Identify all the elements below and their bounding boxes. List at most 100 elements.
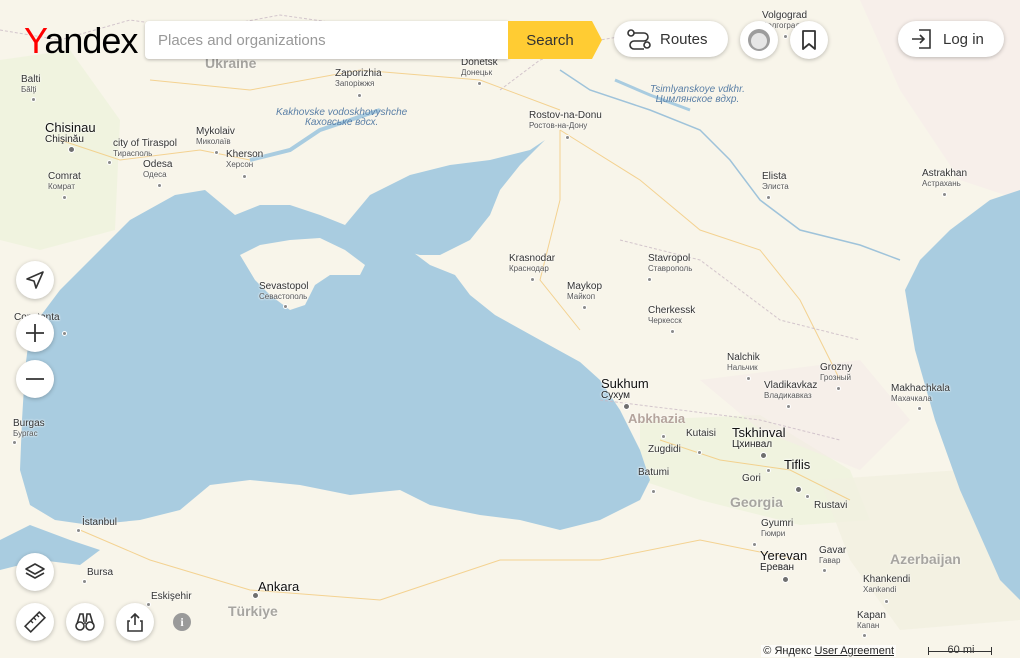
city-label-maykop[interactable]: Maykop Майкоп xyxy=(567,282,602,301)
water-label-tsimlyansk: Tsimlyanskoye vdkhr. Цимлянское вдхр. xyxy=(650,85,745,105)
city-dot xyxy=(697,450,702,455)
city-label-sukhum[interactable]: Sukhum Сухум xyxy=(601,377,649,401)
copyright-text: © Яндекс xyxy=(763,645,812,657)
share-button[interactable] xyxy=(116,603,154,641)
city-label-tiraspol[interactable]: city of Tiraspol Тирасполь xyxy=(113,139,177,158)
search-box xyxy=(145,21,508,59)
city-label-burgas[interactable]: Burgas Бургас xyxy=(13,419,45,438)
bookmark-icon xyxy=(802,30,816,50)
traffic-button[interactable] xyxy=(740,21,778,59)
city-dot xyxy=(651,489,656,494)
city-dot xyxy=(62,195,67,200)
city-label-donetsk[interactable]: Donetsk Донецьк xyxy=(461,58,498,77)
city-label-istanbul[interactable]: İstanbul xyxy=(82,518,117,528)
city-label-cherkessk[interactable]: Cherkessk Черкесск xyxy=(648,306,695,325)
city-label-stavropol[interactable]: Stavropol Ставрополь xyxy=(648,254,692,273)
city-dot xyxy=(76,528,81,533)
city-label-grozny[interactable]: Grozny Грозный xyxy=(820,363,852,382)
city-dot xyxy=(746,376,751,381)
city-dot xyxy=(786,404,791,409)
city-dot xyxy=(884,599,889,604)
city-label-astrakhan[interactable]: Astrakhan Астрахань xyxy=(922,169,967,188)
routes-button[interactable]: Routes xyxy=(614,21,728,57)
plus-icon xyxy=(26,324,44,342)
city-label-kutaisi[interactable]: Kutaisi xyxy=(686,429,716,439)
city-label-vladikavkaz[interactable]: Vladikavkaz Владикавказ xyxy=(764,381,817,400)
layers-icon xyxy=(25,563,45,579)
city-dot xyxy=(530,277,535,282)
minus-icon xyxy=(26,378,44,380)
city-label-tiflis[interactable]: Tiflis xyxy=(784,458,810,471)
city-label-kapan[interactable]: Kapan Капан xyxy=(857,611,886,630)
search-button-label: Search xyxy=(526,31,574,49)
share-icon xyxy=(127,612,143,632)
zoom-out-button[interactable] xyxy=(16,360,54,398)
city-dot xyxy=(357,93,362,98)
city-label-nalchik[interactable]: Nalchik Нальчик xyxy=(727,353,760,372)
city-dot xyxy=(283,304,288,309)
city-dot xyxy=(782,576,789,583)
city-label-chisinau[interactable]: Chisinau Chişinău xyxy=(45,121,96,145)
city-label-kherson[interactable]: Kherson Херсон xyxy=(226,150,263,169)
city-label-odesa[interactable]: Odesa Одеса xyxy=(143,160,172,179)
city-dot xyxy=(836,386,841,391)
route-icon xyxy=(627,29,651,50)
city-label-makhachkala[interactable]: Makhachkala Махачкала xyxy=(891,384,950,403)
city-dot xyxy=(805,494,810,499)
city-dot xyxy=(917,406,922,411)
city-label-zugdidi[interactable]: Zugdidi xyxy=(648,445,681,455)
city-dot xyxy=(582,305,587,310)
city-label-rostov[interactable]: Rostov-na-Donu Ростов-на-Дону xyxy=(529,111,602,130)
my-location-button[interactable] xyxy=(16,261,54,299)
ruler-button[interactable] xyxy=(16,603,54,641)
city-dot xyxy=(214,150,219,155)
city-label-yerevan[interactable]: Yerevan Ереван xyxy=(760,549,807,573)
water-name-local: Каховське вдсх. xyxy=(304,117,379,128)
city-dot xyxy=(252,592,259,599)
yandex-logo[interactable]: Yandex xyxy=(24,20,138,62)
region-label-georgia: Georgia xyxy=(730,494,783,510)
search-button[interactable]: Search xyxy=(508,21,602,59)
city-label-batumi[interactable]: Batumi xyxy=(638,468,669,478)
ruler-icon xyxy=(23,610,47,634)
routes-label: Routes xyxy=(660,30,708,48)
city-label-rustavi[interactable]: Rustavi xyxy=(814,501,847,511)
city-dot xyxy=(31,97,36,102)
city-dot xyxy=(107,160,112,165)
city-label-comrat[interactable]: Comrat Комрат xyxy=(48,172,81,191)
city-label-balti[interactable]: Balti Бălţi xyxy=(21,75,40,94)
layers-button[interactable] xyxy=(16,553,54,591)
panorama-button[interactable] xyxy=(66,603,104,641)
city-dot xyxy=(623,403,630,410)
user-agreement-link[interactable]: User Agreement xyxy=(815,645,894,657)
copyright: © Яндекс User Agreement xyxy=(761,645,896,657)
search-input[interactable] xyxy=(156,21,500,59)
city-dot xyxy=(795,486,802,493)
city-dot xyxy=(752,542,757,547)
login-button[interactable]: Log in xyxy=(898,21,1004,57)
city-dot xyxy=(942,192,947,197)
city-label-sevastopol[interactable]: Sevastopol Севастополь xyxy=(259,282,308,301)
city-label-elista[interactable]: Elista Элиста xyxy=(762,172,789,191)
water-label-kakhovske: Kakhovske vodoskhovyshche Каховське вдсх… xyxy=(276,108,407,128)
city-label-bursa[interactable]: Bursa xyxy=(87,568,113,578)
city-label-krasnodar[interactable]: Krasnodar Краснодар xyxy=(509,254,555,273)
city-label-eskisehir[interactable]: Eskişehir xyxy=(151,592,192,602)
traffic-icon xyxy=(748,29,770,51)
map-canvas[interactable] xyxy=(0,0,1020,658)
info-icon[interactable]: i xyxy=(173,613,191,631)
city-label-gavar[interactable]: Gavar Гавар xyxy=(819,546,846,565)
city-label-gyumri[interactable]: Gyumri Гюмри xyxy=(761,519,793,538)
region-label-azerbaijan: Azerbaijan xyxy=(890,551,961,567)
city-label-ankara[interactable]: Ankara xyxy=(258,580,299,593)
city-label-gori[interactable]: Gori xyxy=(742,474,761,484)
city-label-zaporizhia[interactable]: Zaporizhia Запоріжжя xyxy=(335,69,382,88)
city-label-tskhinval[interactable]: Tskhinval Цхинвал xyxy=(732,426,785,450)
water-name-local: Цимлянское вдхр. xyxy=(655,94,740,105)
city-dot xyxy=(766,195,771,200)
zoom-in-button[interactable] xyxy=(16,314,54,352)
city-dot xyxy=(760,452,767,459)
bookmarks-button[interactable] xyxy=(790,21,828,59)
city-label-khankendi[interactable]: Khankendi Xankəndi xyxy=(863,575,910,594)
city-label-mykolaiv[interactable]: Mykolaiv Миколаїв xyxy=(196,127,235,146)
